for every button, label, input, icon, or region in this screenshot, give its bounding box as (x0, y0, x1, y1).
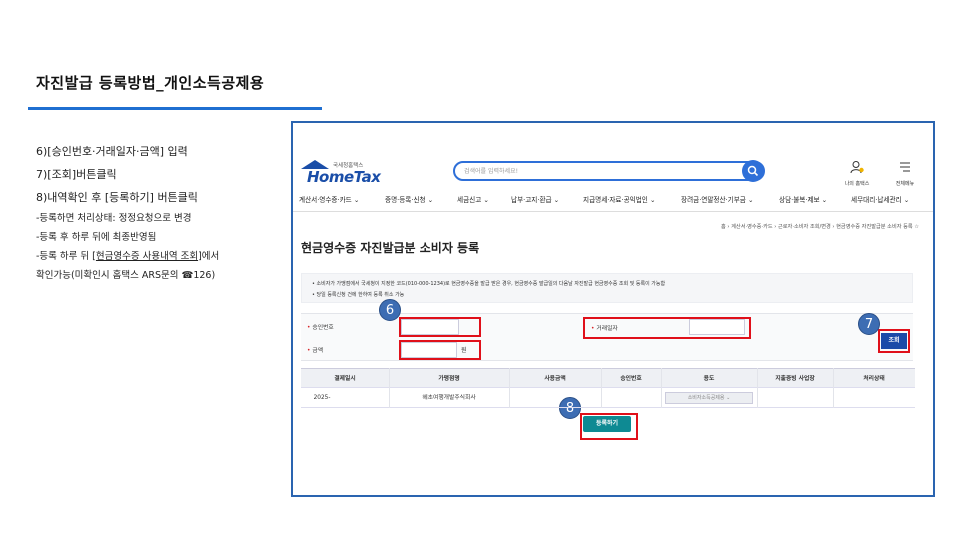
register-button[interactable]: 등록하기 (583, 416, 631, 432)
usage-history-link[interactable]: 현금영수증 사용내역 조회 (96, 251, 198, 262)
user-icon (850, 161, 864, 174)
my-hometax-label: 나의 홈택스 (844, 181, 870, 187)
usage-select[interactable]: 소비자소득공제용 ⌄ (665, 392, 753, 404)
col-business: 지출증빙 사업장 (775, 376, 815, 382)
highlight-date (583, 317, 751, 339)
required-mark: • (307, 325, 311, 331)
cell-status (833, 388, 915, 408)
col-divider (757, 368, 758, 408)
amount-label-text: 금액 (312, 348, 324, 354)
gnb-item-incentive[interactable]: 장려금·연말정산·기부금 ⌄ (681, 194, 753, 204)
search-icon (747, 165, 759, 177)
gnb-divider (293, 211, 933, 212)
gnb-item-tax-report[interactable]: 세금신고 ⌄ (457, 194, 489, 204)
highlight-approval (399, 317, 481, 337)
col-divider (389, 368, 390, 408)
col-approval: 승인번호 (620, 376, 642, 382)
step-marker-6: 6 (379, 299, 401, 321)
logo-text: HomeTax (307, 168, 381, 186)
usage-select-value: 소비자소득공제용 (687, 395, 725, 401)
notice-line-2: • 당일 등록신청 건에 한하여 등록 취소 가능 (312, 292, 405, 298)
cell-merchant: 헤초여행개발주식회사 (422, 395, 476, 401)
my-hometax-button[interactable]: 나의 홈택스 (839, 159, 875, 187)
note-ars: 확인가능(미확인시 홈택스 ARS문의 ☎126) (36, 270, 216, 281)
gnb-item-counsel[interactable]: 상담·불복·제보 ⌄ (779, 194, 827, 204)
gnb-item-statement[interactable]: 지급명세·자료·공익법인 ⌄ (583, 194, 655, 204)
cell-approval (601, 388, 661, 408)
col-merchant: 가맹점명 (438, 376, 460, 382)
search-button[interactable] (742, 160, 764, 182)
search-placeholder: 검색어를 입력하세요! (464, 168, 518, 175)
table-row[interactable]: 2025- 헤초여행개발주식회사 소비자소득공제용 ⌄ (301, 388, 915, 408)
gnb-item-payment[interactable]: 납부·고지·환급 ⌄ (511, 194, 559, 204)
col-divider (601, 368, 602, 408)
all-menu-button[interactable]: 전체메뉴 (887, 159, 923, 187)
cell-amount (509, 388, 601, 408)
breadcrumb: 홈 › 계산서·영수증·카드 › 근로자·소비자 조회/변경 › 현금영수증 자… (721, 224, 919, 230)
note-check-prefix: -등록 하루 뒤 [ (36, 251, 96, 262)
col-payment-date: 결제일시 (334, 376, 356, 382)
note-check-suffix: ]에서 (198, 251, 220, 262)
table-header: 결제일시 가맹점명 사용금액 승인번호 용도 지출증빙 사업장 처리상태 (301, 368, 915, 388)
instruction-steps: 6)[승인번호·거래일자·금액] 입력 7)[조회]버튼클릭 8)내역확인 후 … (36, 140, 284, 285)
step-7: 7)[조회]버튼클릭 (36, 168, 117, 181)
required-mark: • (307, 348, 311, 354)
approval-label: • 승인번호 (307, 322, 334, 331)
col-divider (661, 368, 662, 408)
note-final: -등록 후 하루 뒤에 최종반영됨 (36, 232, 157, 243)
col-amount: 사용금액 (544, 376, 566, 382)
gnb-item-receipt[interactable]: 계산서·영수증·카드 ⌄ (299, 194, 359, 204)
cell-business (757, 388, 833, 408)
note-check: -등록 하루 뒤 [현금영수증 사용내역 조회]에서 (36, 247, 284, 266)
step-8: 8)내역확인 후 [등록하기] 버튼클릭 (36, 191, 198, 204)
page-title: 현금영수증 자진발급분 소비자 등록 (301, 241, 480, 255)
slide-title: 자진발급 등록방법_개인소득공제용 (36, 74, 265, 92)
hometax-logo[interactable]: 국세청홈택스 HomeTax (299, 160, 381, 186)
title-underline (28, 107, 322, 110)
col-divider (833, 368, 834, 408)
approval-label-text: 승인번호 (312, 325, 334, 331)
hamburger-icon (900, 162, 910, 172)
global-nav: 계산서·영수증·카드 ⌄ 증명·등록·신청 ⌄ 세금신고 ⌄ 납부·고지·환급 … (293, 191, 933, 209)
col-usage: 용도 (703, 376, 715, 382)
gnb-item-certificate[interactable]: 증명·등록·신청 ⌄ (385, 194, 433, 204)
notice-line-1: • 소비자가 가맹점에서 국세청이 지정한 코드(010-000-1234)로 … (312, 281, 666, 287)
note-status: -등록하면 처리상태: 정정요청으로 변경 (36, 213, 192, 224)
search-input[interactable]: 검색어를 입력하세요! (453, 161, 765, 181)
highlight-amount (399, 340, 481, 360)
step-6: 6)[승인번호·거래일자·금액] 입력 (36, 145, 188, 158)
cell-payment-date: 2025- (313, 395, 331, 401)
all-menu-label: 전체메뉴 (895, 181, 915, 187)
col-status: 처리상태 (863, 376, 885, 382)
gnb-item-agent[interactable]: 세무대리·납세관리 ⌄ (851, 194, 909, 204)
col-divider (509, 368, 510, 408)
highlight-lookup (878, 329, 910, 353)
step-marker-7: 7 (858, 313, 880, 335)
hometax-screenshot: 국세청홈택스 HomeTax 검색어를 입력하세요! 나의 홈택스 전체메뉴 계… (291, 121, 935, 497)
amount-label: • 금액 (307, 345, 323, 354)
